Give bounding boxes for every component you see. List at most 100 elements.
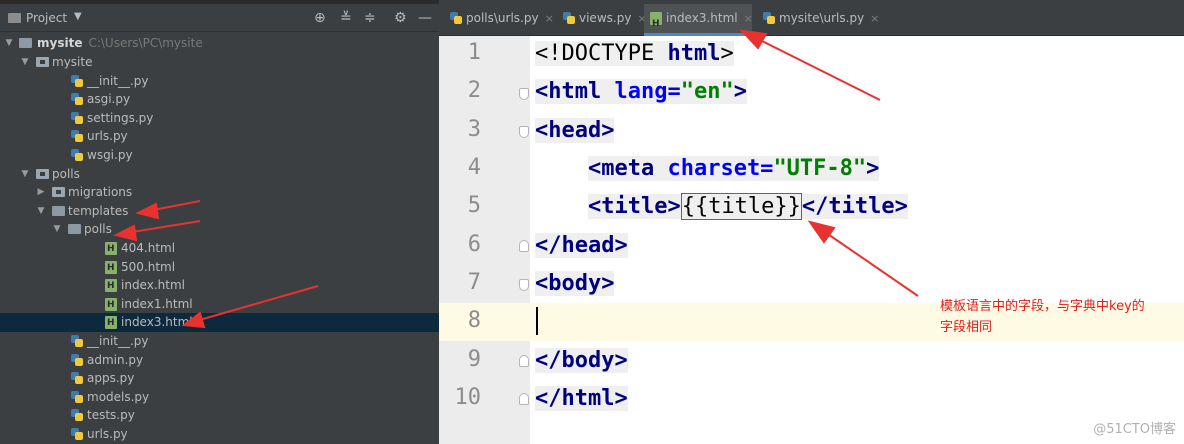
code-line-5: <title>{{title}}</title> — [587, 193, 908, 220]
chevron-right-icon[interactable]: ▶ — [36, 183, 46, 202]
html-file-icon — [105, 259, 117, 277]
code-line-10: </html> — [535, 386, 628, 411]
tree-item[interactable]: index1.html — [0, 295, 439, 314]
tree-item[interactable]: index.html — [0, 276, 439, 296]
tab-index3-html[interactable]: index3.html × — [644, 4, 753, 38]
package-folder-icon — [36, 57, 49, 67]
chevron-down-icon[interactable]: ▼ — [20, 165, 30, 184]
python-file-icon — [71, 335, 83, 347]
tree-item[interactable]: ▼ polls — [0, 165, 439, 184]
annotation-text: 模板语言中的字段，与字典中key的 字段相同 — [940, 296, 1180, 338]
tree-item[interactable]: tests.py — [0, 406, 439, 425]
fold-marker-icon[interactable] — [519, 88, 529, 100]
tree-item[interactable]: settings.py — [0, 109, 439, 128]
folder-icon — [19, 38, 32, 48]
line-number: 2 — [467, 78, 481, 103]
html-file-icon — [105, 277, 117, 296]
code-line-4: <meta charset="UTF-8"> — [587, 156, 880, 181]
tree-item[interactable]: __init__.py — [0, 72, 439, 91]
tree-item-label: 404.html — [121, 241, 176, 255]
close-icon[interactable]: × — [545, 12, 554, 25]
project-icon — [8, 13, 21, 23]
chevron-down-icon[interactable]: ▼ — [20, 53, 30, 72]
python-file-icon — [71, 372, 83, 385]
tab-label: mysite\urls.py — [779, 11, 865, 25]
chevron-down-icon[interactable]: ▼ — [4, 34, 14, 53]
root-path: C:\Users\PC\mysite — [88, 36, 203, 50]
editor-tab-bar: polls\urls.py × views.py× index3.html × my… — [439, 0, 1184, 38]
project-panel: Project ▼ ⊕ ≚ ≑ ⚙ — ▼ mysite C:\Users\PC\… — [0, 0, 439, 444]
python-file-icon — [71, 111, 83, 124]
python-file-icon — [71, 409, 83, 422]
tree-item[interactable]: 500.html — [0, 258, 439, 277]
tree-item-label: urls.py — [87, 129, 128, 144]
hide-panel-icon[interactable]: — — [418, 10, 432, 26]
tree-item-label: index3.html — [121, 315, 193, 330]
tree-item[interactable]: ▼ mysite — [0, 53, 439, 72]
chevron-down-icon[interactable]: ▼ — [36, 202, 46, 221]
tree-item[interactable]: index3.html — [0, 313, 439, 333]
tree-item[interactable]: urls.py — [0, 425, 439, 444]
fold-marker-icon[interactable] — [519, 240, 529, 252]
gear-icon[interactable]: ⚙ — [394, 10, 407, 26]
tab-mysite-urls[interactable]: mysite\urls.py × — [757, 4, 879, 36]
collapse-all-icon[interactable]: ≑ — [364, 10, 376, 26]
annotation-line: 字段相同 — [940, 320, 993, 335]
tree-item[interactable]: 404.html — [0, 239, 439, 259]
tree-item-label: tests.py — [87, 408, 135, 423]
line-number: 3 — [467, 117, 481, 142]
fold-marker-icon[interactable] — [519, 393, 529, 405]
folder-icon — [52, 205, 65, 216]
tree-item[interactable]: ▼ polls — [0, 220, 439, 239]
html-file-icon — [105, 314, 117, 333]
project-toolbar: Project ▼ ⊕ ≚ ≑ ⚙ — — [0, 4, 439, 32]
tab-label: index3.html — [666, 11, 738, 25]
python-file-icon — [71, 130, 83, 143]
tree-item-label: index1.html — [121, 296, 193, 311]
line-number: 7 — [467, 270, 481, 295]
tree-item-label: __init__.py — [87, 73, 149, 88]
tab-label: polls\urls.py — [466, 11, 539, 25]
root-label: mysite C:\Users\PC\mysite — [37, 36, 203, 50]
python-file-icon — [71, 93, 83, 106]
tree-item[interactable]: models.py — [0, 388, 439, 407]
locate-icon[interactable]: ⊕ — [314, 10, 326, 26]
fold-marker-icon[interactable] — [519, 279, 529, 291]
code-line-3: <head> — [535, 118, 615, 143]
tree-item-label: admin.py — [87, 352, 144, 367]
tree-item[interactable]: ▼ templates — [0, 202, 439, 221]
tree-item[interactable]: apps.py — [0, 369, 439, 388]
tree-item-label: 500.html — [121, 259, 176, 274]
text-caret — [536, 307, 538, 335]
fold-marker-icon[interactable] — [519, 355, 529, 367]
tree-root-row[interactable]: ▼ mysite C:\Users\PC\mysite — [0, 34, 439, 53]
line-number: 10 — [454, 385, 482, 410]
fold-marker-icon[interactable] — [519, 126, 529, 138]
html-file-icon — [650, 10, 662, 38]
chevron-down-icon[interactable]: ▼ — [74, 11, 82, 22]
python-file-icon — [71, 353, 83, 366]
tree-item[interactable]: ▶ migrations — [0, 183, 439, 202]
package-folder-icon — [52, 187, 65, 198]
tree-item-label: urls.py — [87, 427, 128, 441]
tree-item[interactable]: __init__.py — [0, 332, 439, 351]
code-line-7: <body> — [535, 271, 615, 296]
tree-item-label: settings.py — [87, 110, 154, 125]
line-number: 5 — [467, 193, 481, 218]
close-icon[interactable]: × — [870, 12, 879, 25]
tab-views[interactable]: views.py × — [557, 4, 647, 36]
python-file-icon — [71, 428, 83, 440]
tree-item-label: templates — [68, 203, 129, 218]
package-folder-icon — [36, 168, 49, 179]
tree-item[interactable]: asgi.py — [0, 90, 439, 109]
chevron-down-icon[interactable]: ▼ — [52, 220, 62, 239]
project-view-selector[interactable]: Project — [26, 11, 67, 25]
expand-all-icon[interactable]: ≚ — [340, 10, 352, 26]
tree-item-label: index.html — [121, 278, 185, 293]
close-icon[interactable]: × — [744, 12, 753, 25]
tree-item[interactable]: admin.py — [0, 351, 439, 370]
tab-polls-urls[interactable]: polls\urls.py × — [444, 4, 554, 36]
tree-item[interactable]: urls.py — [0, 127, 439, 146]
tree-item[interactable]: wsgi.py — [0, 146, 439, 165]
tree-item-label: polls — [84, 222, 112, 237]
